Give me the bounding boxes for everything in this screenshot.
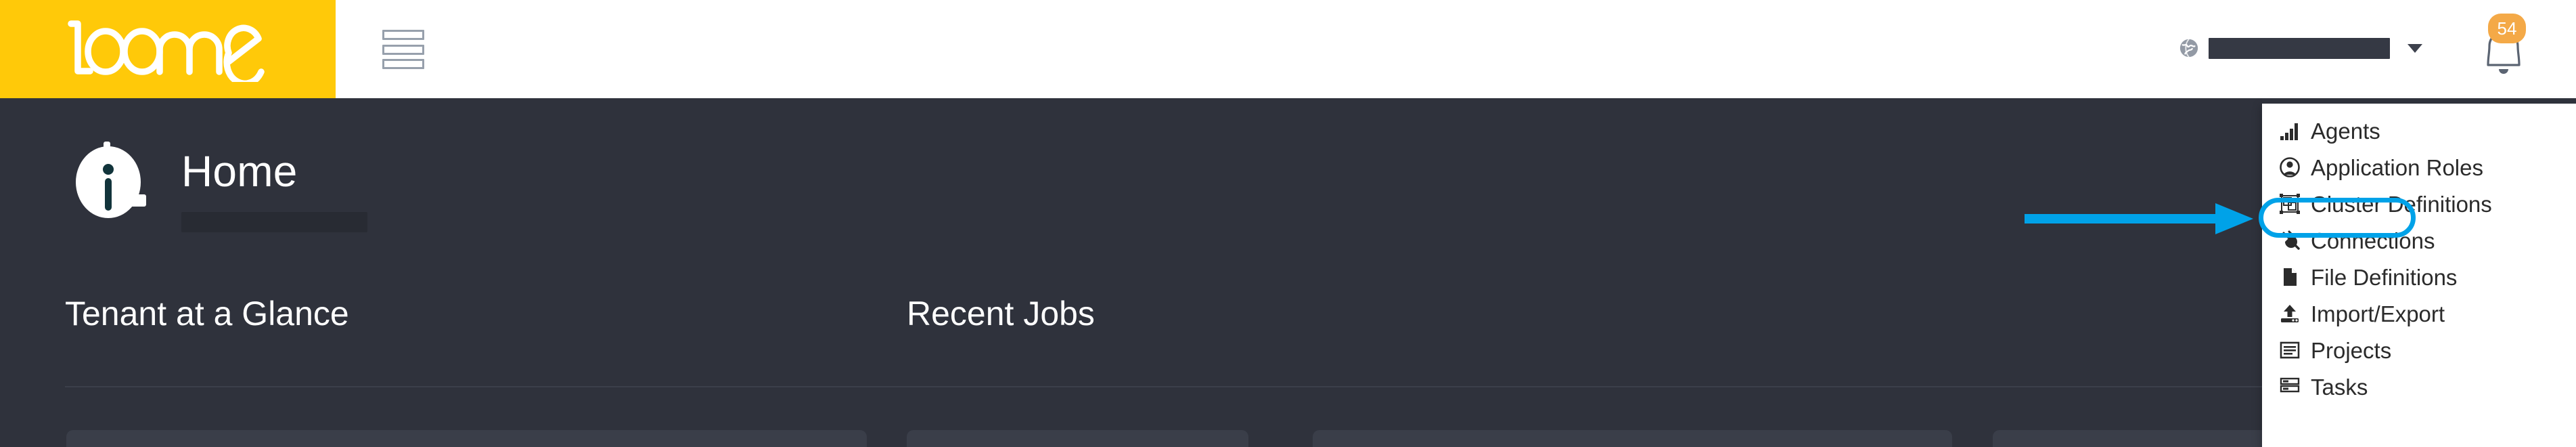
globe-icon — [2179, 39, 2198, 58]
menu-item-label: File Definitions — [2311, 264, 2458, 290]
dashboard-card[interactable] — [907, 430, 1248, 447]
tasks-icon — [2278, 375, 2301, 398]
panel-tenant-at-a-glance: Tenant at a Glance — [65, 295, 867, 447]
page-subtitle-redacted — [181, 212, 367, 232]
menu-item-import-export[interactable]: Import/Export — [2262, 295, 2576, 332]
menu-item-label: Agents — [2311, 118, 2380, 144]
dropdown-top-edge — [2262, 98, 2576, 104]
dashboard-card[interactable] — [66, 430, 867, 447]
hamburger-bar — [382, 44, 424, 55]
cluster-icon — [2278, 192, 2301, 215]
user-circle-icon — [2278, 156, 2301, 179]
menu-item-file-definitions[interactable]: File Definitions — [2262, 259, 2576, 295]
chevron-down-icon — [2408, 43, 2422, 53]
menu-item-label: Application Roles — [2311, 154, 2483, 180]
panel-title: Recent Jobs — [907, 295, 1095, 333]
menu-item-projects[interactable]: Projects — [2262, 332, 2576, 368]
menu-item-label: Connections — [2311, 228, 2435, 253]
tenant-selector[interactable] — [2179, 28, 2422, 68]
plug-icon — [2278, 229, 2301, 252]
menu-item-cluster-definitions[interactable]: Cluster Definitions — [2262, 186, 2576, 222]
panel-recent-jobs: Recent Jobs — [907, 295, 2576, 447]
menu-item-label: Cluster Definitions — [2311, 191, 2492, 217]
list-icon — [2278, 339, 2301, 362]
notifications-button[interactable]: 54 — [2470, 14, 2535, 81]
hamburger-bar — [382, 30, 424, 40]
notification-badge: 54 — [2488, 14, 2526, 43]
panel-title: Tenant at a Glance — [65, 295, 349, 333]
top-header-bar: 54 — [0, 0, 2576, 98]
menu-item-agents[interactable]: Agents — [2262, 112, 2576, 149]
hamburger-icon[interactable] — [382, 29, 424, 70]
menu-item-application-roles[interactable]: Application Roles — [2262, 149, 2576, 186]
bar-chart-icon — [2278, 119, 2301, 142]
upload-icon — [2278, 302, 2301, 325]
menu-item-label: Projects — [2311, 337, 2392, 363]
app-logo[interactable] — [0, 0, 336, 98]
page-title-row: Home — [65, 129, 367, 232]
app-root: Home Tenant at a Glance Recent Jobs 54 A… — [0, 0, 2576, 447]
tenant-name-redacted — [2209, 37, 2390, 59]
menu-item-connections[interactable]: Connections — [2262, 222, 2576, 259]
page-title-block: Home — [181, 129, 367, 232]
info-circle-icon — [65, 129, 161, 226]
menu-item-tasks[interactable]: Tasks — [2262, 368, 2576, 405]
dashboard-card[interactable] — [1313, 430, 1952, 447]
dashboard-panels: Tenant at a Glance Recent Jobs — [0, 297, 2576, 447]
admin-dropdown-menu: Agents Application Roles Cluster Definit… — [2262, 103, 2576, 447]
menu-item-label: Import/Export — [2311, 301, 2445, 326]
hamburger-bar — [382, 59, 424, 69]
page-header-section: Home — [0, 98, 2576, 387]
menu-item-label: Tasks — [2311, 374, 2368, 400]
page-title: Home — [181, 147, 298, 196]
file-icon — [2278, 265, 2301, 289]
